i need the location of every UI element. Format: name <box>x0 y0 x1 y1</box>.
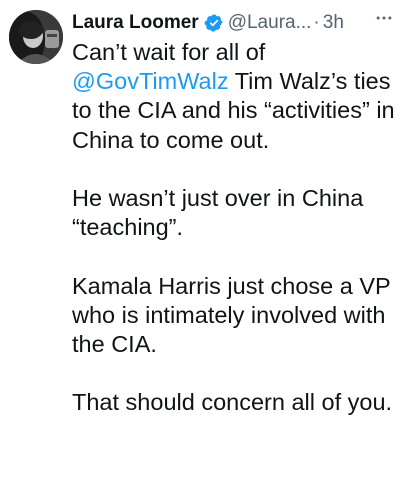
tweet-paragraph-4: That should concern all of you. <box>72 389 393 416</box>
tweet-header: Laura Loomer @Laura... · 3h <box>72 10 406 36</box>
avatar[interactable] <box>9 10 63 64</box>
tweet-text: Can’t wait for all of @GovTimWalz Tim Wa… <box>72 38 402 447</box>
text-segment: Can’t wait for all of <box>72 39 266 65</box>
tweet[interactable]: Laura Loomer @Laura... · 3h Can’t wait f… <box>0 0 406 500</box>
author-handle[interactable]: @Laura... <box>228 10 312 36</box>
tweet-paragraph-1: Can’t wait for all of @GovTimWalz Tim Wa… <box>72 38 402 155</box>
tweet-paragraph-2: He wasn’t just over in China “teaching”. <box>72 185 364 241</box>
author-name[interactable]: Laura Loomer <box>72 10 199 36</box>
tweet-paragraph-3: Kamala Harris just chose a VP who is int… <box>72 272 391 357</box>
verified-badge-icon <box>204 13 224 33</box>
more-horizontal-icon[interactable] <box>374 8 394 28</box>
mention-link[interactable]: @GovTimWalz <box>72 68 229 94</box>
separator-dot: · <box>313 12 320 33</box>
timestamp[interactable]: 3h <box>323 10 344 36</box>
